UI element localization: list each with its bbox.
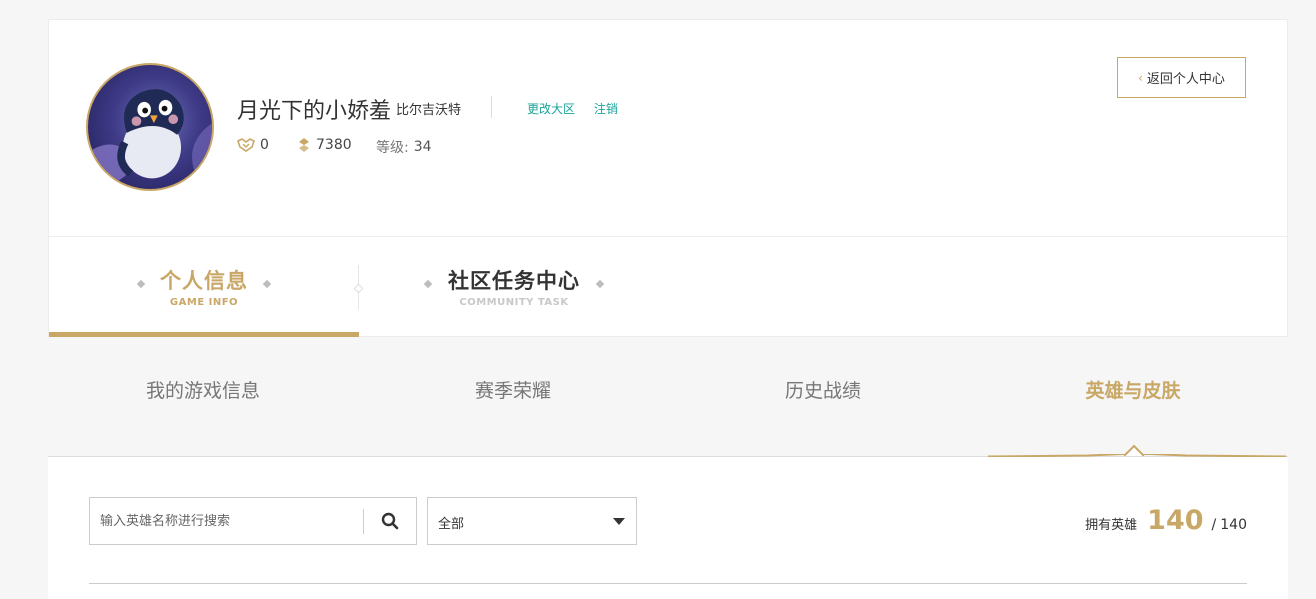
owned-count: 140 [1147, 505, 1204, 536]
back-to-center-button[interactable]: ‹ 返回个人中心 [1117, 57, 1246, 98]
honor-value: 0 [260, 137, 269, 153]
honor-stat: 0 [237, 137, 269, 153]
subtab-heroes-skins[interactable]: 英雄与皮肤 [978, 376, 1288, 403]
tab-community-task[interactable]: 社区任务中心 COMMUNITY TASK [359, 237, 669, 337]
heroes-panel: 全部 拥有英雄 140 / 140 [48, 457, 1288, 599]
username: 月光下的小娇羞 [237, 99, 392, 124]
change-server-link[interactable]: 更改大区 [527, 100, 575, 117]
avatar-image [88, 89, 212, 189]
owned-separator: / [1211, 517, 1217, 533]
content-divider [89, 583, 1247, 584]
logout-link[interactable]: 注销 [594, 100, 618, 117]
active-subtab-caret-icon [1124, 444, 1144, 456]
profile-card: 月光下的小娇羞 比尔吉沃特 更改大区 注销 0 7380 等级: 34 ‹ 返回… [48, 19, 1288, 337]
filter-selected-value: 全部 [438, 517, 465, 532]
avatar [86, 63, 214, 191]
hero-filter-select[interactable]: 全部 [427, 497, 637, 545]
coins-value: 7380 [316, 137, 352, 153]
owned-label: 拥有英雄 [1085, 518, 1138, 533]
hero-search [89, 497, 417, 545]
search-input[interactable] [90, 498, 362, 544]
header-divider [491, 96, 492, 118]
level-stat: 等级: 34 [376, 137, 432, 157]
tab-game-info[interactable]: 个人信息 GAME INFO [49, 237, 359, 337]
owned-total: 140 [1220, 517, 1247, 533]
honor-icon [237, 138, 255, 152]
search-button[interactable] [364, 498, 416, 544]
subtab-match-history[interactable]: 历史战绩 [668, 376, 978, 403]
active-tab-underline [49, 332, 359, 337]
search-icon [381, 512, 399, 530]
chevron-left-icon: ‹ [1138, 70, 1143, 85]
tab-game-info-subtitle: GAME INFO [169, 297, 239, 308]
level-value: 34 [413, 139, 432, 155]
caret-down-icon [613, 518, 625, 525]
owned-heroes-count: 拥有英雄 140 / 140 [1085, 505, 1247, 536]
subtab-game-info[interactable]: 我的游戏信息 [48, 376, 358, 403]
coins-stat: 7380 [297, 137, 352, 153]
tab-community-task-subtitle: COMMUNITY TASK [459, 297, 569, 308]
level-label: 等级: [376, 140, 409, 156]
tab-game-info-title: 个人信息 [160, 269, 248, 293]
subtab-season-honor[interactable]: 赛季荣耀 [358, 376, 668, 403]
server-name: 比尔吉沃特 [396, 103, 462, 118]
coin-icon [297, 137, 311, 153]
sub-tab-bar: 我的游戏信息 赛季荣耀 历史战绩 英雄与皮肤 [48, 376, 1288, 456]
tab-community-task-title: 社区任务中心 [448, 269, 580, 293]
back-button-label: 返回个人中心 [1146, 72, 1225, 87]
